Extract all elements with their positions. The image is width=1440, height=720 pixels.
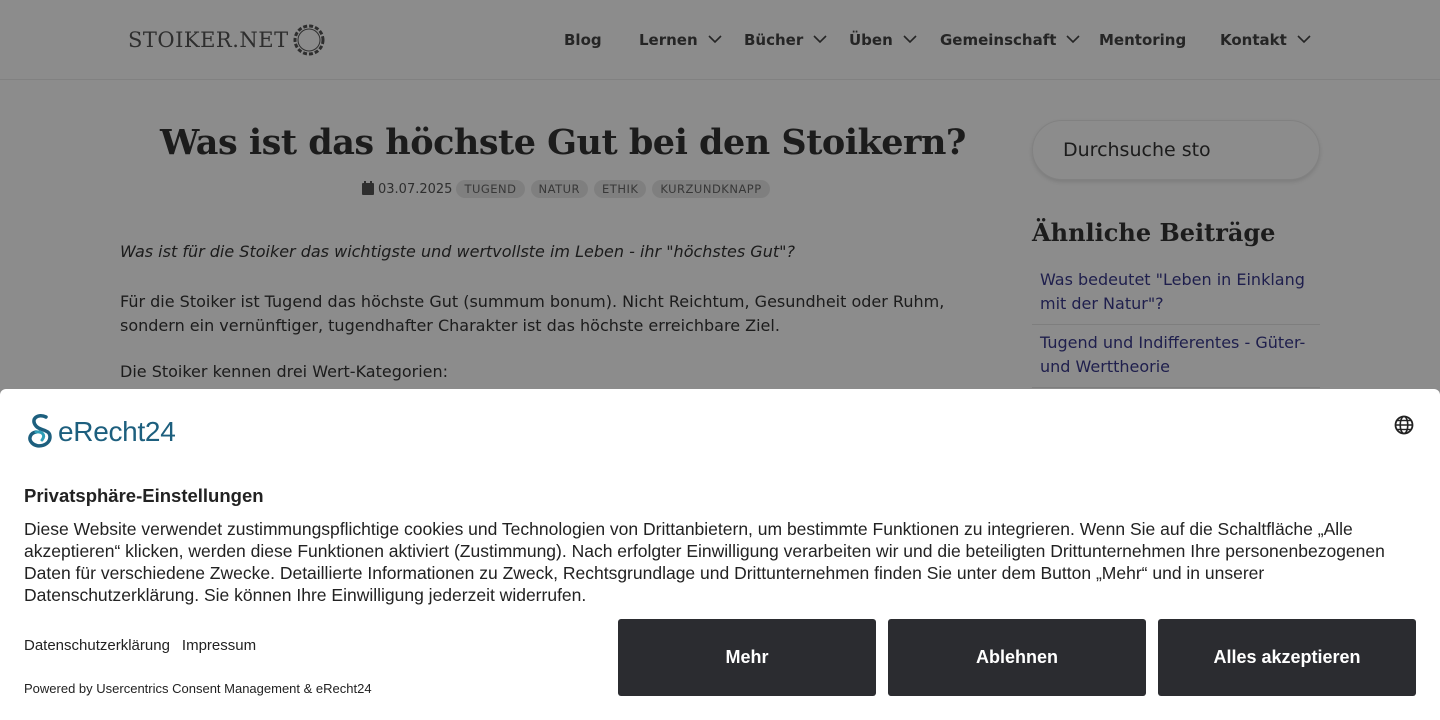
imprint-link[interactable]: Impressum	[182, 637, 256, 654]
privacy-policy-link[interactable]: Datenschutzerklärung	[24, 637, 170, 654]
language-globe-icon[interactable]	[1394, 415, 1414, 435]
accept-all-button[interactable]: Alles akzeptieren	[1158, 619, 1416, 696]
erecht24-logo: eRecht24	[24, 413, 176, 451]
more-button[interactable]: Mehr	[618, 619, 876, 696]
decline-button[interactable]: Ablehnen	[888, 619, 1146, 696]
consent-description: Diese Website verwendet zustimmungspflic…	[24, 519, 1385, 605]
powered-by-text: Powered by Usercentrics Consent Manageme…	[24, 681, 372, 696]
consent-banner: eRecht24 Privatsphäre-Einstellungen Dies…	[0, 389, 1440, 720]
erecht24-logo-icon	[28, 413, 52, 448]
erecht24-brand: eRecht24	[58, 416, 176, 447]
consent-links: Datenschutzerklärung Impressum	[24, 637, 268, 654]
consent-title: Privatsphäre-Einstellungen	[24, 485, 264, 506]
